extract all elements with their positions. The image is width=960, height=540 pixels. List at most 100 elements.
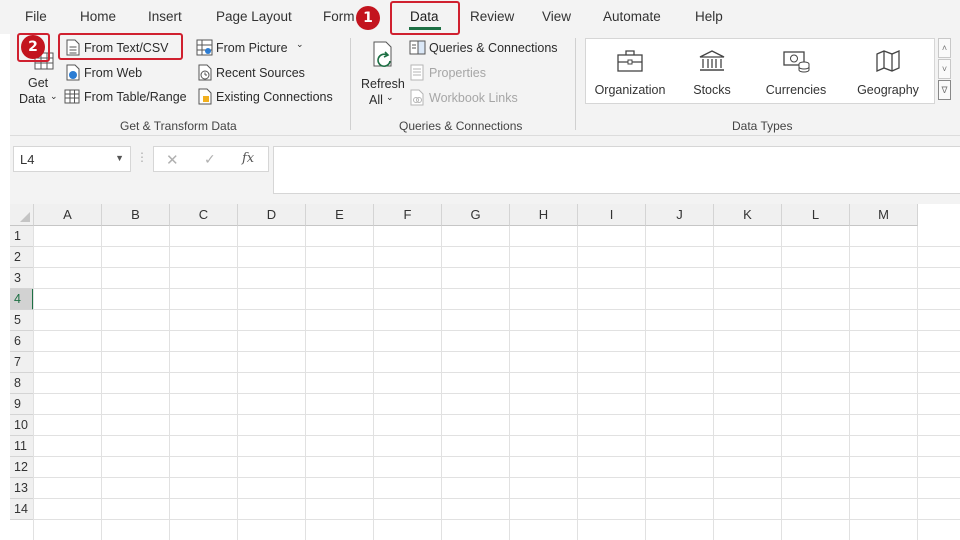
data-type-organization[interactable]: Organization <box>586 39 674 103</box>
sheet-row[interactable] <box>34 436 960 457</box>
briefcase-icon <box>617 50 643 72</box>
row-header[interactable]: 8 <box>10 373 34 394</box>
data-type-geography-label: Geography <box>857 83 919 97</box>
column-header[interactable]: H <box>510 204 578 226</box>
cancel-icon[interactable]: ✕ <box>166 151 179 169</box>
grid-line <box>713 226 714 540</box>
gallery-scroll-up[interactable]: ˄ <box>938 38 951 58</box>
formula-input[interactable] <box>273 146 960 194</box>
tab-automate[interactable]: Automate <box>603 9 661 24</box>
column-header[interactable]: K <box>714 204 782 226</box>
select-all-triangle-icon <box>20 212 30 222</box>
properties-button[interactable]: Properties <box>408 63 508 83</box>
row-header[interactable]: 11 <box>10 436 34 457</box>
from-web-button[interactable]: From Web <box>64 63 164 83</box>
grid-line <box>373 226 374 540</box>
map-icon <box>876 50 900 72</box>
tab-home[interactable]: Home <box>80 9 116 24</box>
from-table-range-button[interactable]: From Table/Range <box>62 87 192 107</box>
sheet-row[interactable] <box>34 352 960 373</box>
column-header[interactable]: G <box>442 204 510 226</box>
column-header[interactable]: C <box>170 204 238 226</box>
gallery-more-button[interactable]: ∇ <box>938 80 951 100</box>
tab-help[interactable]: Help <box>695 9 723 24</box>
sheet-row[interactable] <box>34 478 960 499</box>
existing-connections-label: Existing Connections <box>216 90 333 104</box>
check-icon[interactable]: ✓ <box>204 151 216 168</box>
sheet-row[interactable] <box>34 499 960 520</box>
row-header[interactable]: 14 <box>10 499 34 520</box>
chevron-down-icon: ⌄ <box>50 91 58 101</box>
row-header[interactable]: 1 <box>10 226 34 247</box>
grid-line <box>577 226 578 540</box>
column-header[interactable]: I <box>578 204 646 226</box>
insert-function-icon[interactable]: fx <box>242 151 254 166</box>
tab-formulas[interactable]: Form <box>323 9 355 24</box>
existing-connections-button[interactable]: Existing Connections <box>197 87 347 107</box>
column-header[interactable]: D <box>238 204 306 226</box>
tab-review[interactable]: Review <box>470 9 514 24</box>
column-header[interactable]: J <box>646 204 714 226</box>
row-header[interactable]: 6 <box>10 331 34 352</box>
select-all-corner[interactable] <box>10 204 34 226</box>
grid-line <box>917 226 918 540</box>
name-box[interactable]: L4 ▼ <box>13 146 131 172</box>
step-badge-2: 2 <box>21 35 45 59</box>
tab-file[interactable]: File <box>25 9 47 24</box>
row-header[interactable]: 7 <box>10 352 34 373</box>
bank-icon <box>699 50 725 71</box>
sheet-row[interactable] <box>34 457 960 478</box>
column-header[interactable]: M <box>850 204 918 226</box>
row-header[interactable]: 10 <box>10 415 34 436</box>
data-type-currencies[interactable]: Currencies <box>750 39 842 103</box>
row-header[interactable]: 2 <box>10 247 34 268</box>
tab-insert[interactable]: Insert <box>148 9 182 24</box>
column-header[interactable]: B <box>102 204 170 226</box>
picture-table-icon <box>196 39 213 56</box>
grid-line <box>441 226 442 540</box>
tab-page-layout[interactable]: Page Layout <box>216 9 292 24</box>
row-header[interactable]: 4 <box>10 289 34 310</box>
sheet-row[interactable] <box>34 373 960 394</box>
grid-line <box>509 226 510 540</box>
highlight-from-text-csv <box>58 33 183 60</box>
column-header[interactable]: A <box>34 204 102 226</box>
row-header[interactable]: 5 <box>10 310 34 331</box>
table-icon <box>64 89 80 104</box>
queries-connections-button[interactable]: Queries & Connections <box>408 38 568 58</box>
gallery-scroll-down[interactable]: ˅ <box>938 59 951 79</box>
recent-sources-button[interactable]: Recent Sources <box>197 63 317 83</box>
sheet-row[interactable] <box>34 310 960 331</box>
sheet-row[interactable] <box>34 331 960 352</box>
group-label-data-types: Data Types <box>732 119 793 133</box>
workbook-links-button[interactable]: Workbook Links <box>408 88 538 108</box>
row-header[interactable]: 12 <box>10 457 34 478</box>
data-type-geography[interactable]: Geography <box>842 39 934 103</box>
sheet-row[interactable] <box>34 247 960 268</box>
web-page-icon <box>66 64 80 81</box>
row-header[interactable]: 13 <box>10 478 34 499</box>
sheet-row[interactable] <box>34 394 960 415</box>
grid-line <box>101 226 102 540</box>
caret-down-icon[interactable]: ▼ <box>115 153 124 163</box>
column-header[interactable]: F <box>374 204 442 226</box>
drag-handle-icon[interactable]: ⋮ <box>136 150 148 164</box>
currency-icon <box>783 51 810 73</box>
sheet-row[interactable] <box>34 415 960 436</box>
sheet-row[interactable] <box>34 268 960 289</box>
refresh-all-button[interactable]: Refresh All ⌄ <box>359 40 405 110</box>
refresh-label-1: Refresh <box>361 77 405 91</box>
tab-view[interactable]: View <box>542 9 571 24</box>
data-type-stocks[interactable]: Stocks <box>674 39 750 103</box>
refresh-icon <box>373 41 392 68</box>
column-header[interactable]: E <box>306 204 374 226</box>
sheet-row[interactable] <box>34 226 960 247</box>
sheet-row[interactable] <box>34 289 960 310</box>
row-header[interactable]: 3 <box>10 268 34 289</box>
grid-line <box>305 226 306 540</box>
grid-line <box>645 226 646 540</box>
row-header[interactable]: 9 <box>10 394 34 415</box>
column-header[interactable]: L <box>782 204 850 226</box>
from-picture-button[interactable]: From Picture ⌄ <box>195 38 305 58</box>
recent-sources-label: Recent Sources <box>216 66 305 80</box>
